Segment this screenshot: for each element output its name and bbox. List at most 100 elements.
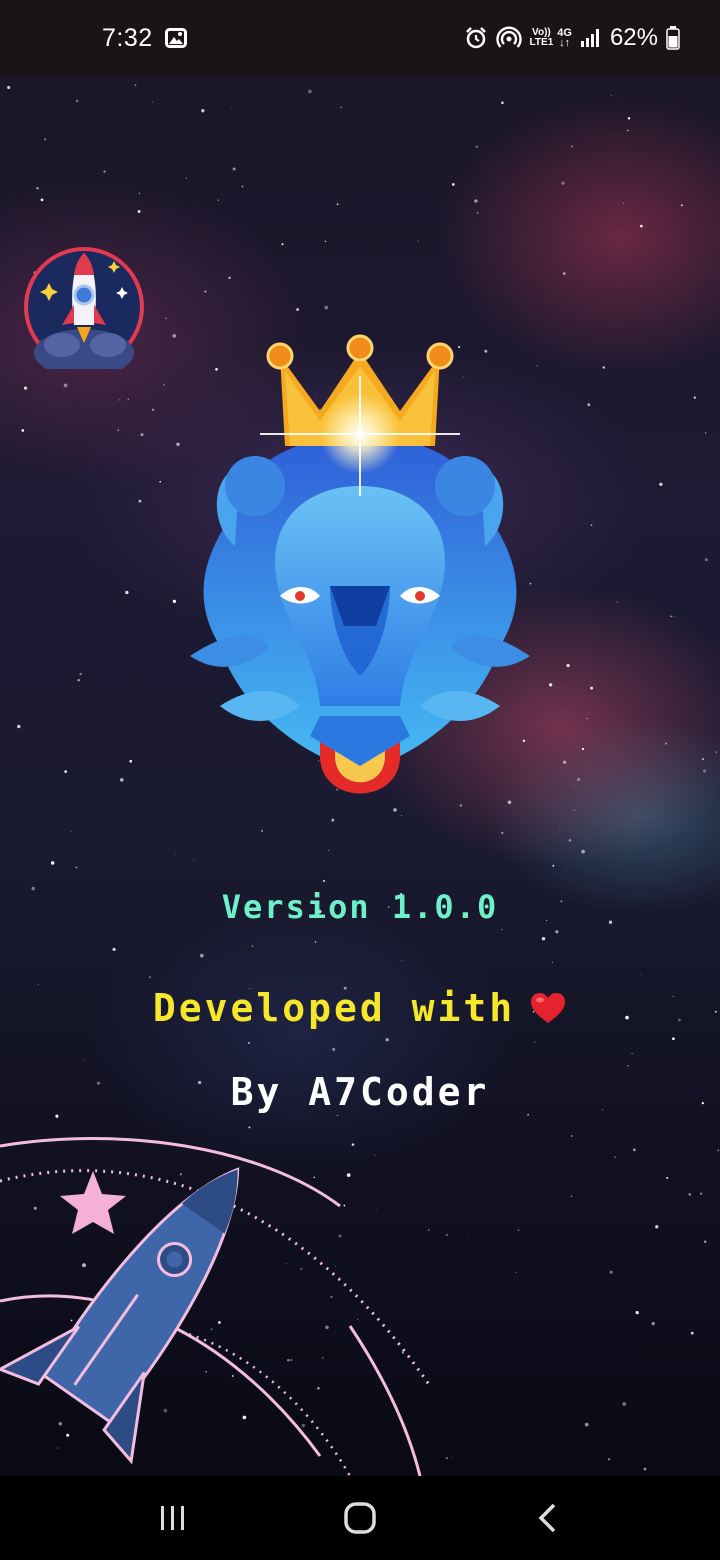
star bbox=[475, 145, 479, 148]
star bbox=[501, 831, 504, 835]
star bbox=[137, 210, 141, 213]
star bbox=[332, 1047, 336, 1051]
star bbox=[552, 864, 555, 867]
star bbox=[135, 676, 137, 677]
star bbox=[232, 167, 236, 171]
star bbox=[573, 809, 576, 811]
star bbox=[230, 108, 232, 110]
star bbox=[193, 859, 195, 861]
battery-percent: 62% bbox=[609, 24, 658, 51]
star bbox=[672, 1037, 675, 1041]
home-icon bbox=[344, 1502, 376, 1534]
recents-button[interactable] bbox=[143, 1488, 203, 1548]
star bbox=[172, 599, 177, 604]
star bbox=[590, 686, 594, 690]
star bbox=[129, 759, 133, 763]
star bbox=[228, 276, 231, 279]
star bbox=[239, 934, 240, 936]
star bbox=[323, 879, 326, 883]
star bbox=[451, 183, 455, 186]
star bbox=[308, 89, 312, 94]
alarm-icon bbox=[465, 27, 486, 49]
star bbox=[385, 1038, 389, 1042]
star bbox=[704, 432, 707, 434]
star bbox=[703, 769, 707, 773]
star bbox=[562, 272, 566, 275]
star bbox=[331, 818, 335, 822]
star bbox=[70, 831, 72, 833]
star bbox=[204, 290, 207, 293]
star bbox=[43, 138, 47, 141]
star bbox=[401, 959, 403, 961]
star bbox=[17, 724, 21, 729]
star bbox=[573, 785, 575, 787]
star bbox=[251, 945, 254, 948]
star bbox=[549, 274, 551, 275]
star bbox=[459, 804, 463, 807]
star bbox=[159, 480, 162, 483]
star bbox=[175, 854, 177, 856]
signal-icon bbox=[580, 29, 599, 47]
star bbox=[534, 1041, 536, 1043]
navigation-bar bbox=[0, 1476, 720, 1560]
status-indicators: Vo)) LTE1 4G ↓↑ 62% bbox=[464, 24, 680, 52]
star bbox=[23, 386, 28, 390]
star bbox=[77, 678, 80, 682]
star bbox=[75, 99, 79, 103]
star bbox=[36, 187, 39, 190]
star bbox=[590, 524, 593, 527]
star bbox=[562, 760, 567, 764]
data-arrows-icon: ↓↑ bbox=[559, 37, 571, 49]
star bbox=[627, 1065, 629, 1067]
star bbox=[217, 199, 220, 201]
status-time: 7:32 bbox=[102, 23, 153, 52]
star bbox=[664, 742, 668, 745]
star bbox=[393, 808, 397, 812]
star bbox=[21, 429, 25, 432]
star bbox=[112, 947, 116, 952]
star bbox=[127, 398, 130, 401]
star bbox=[75, 866, 78, 869]
star bbox=[117, 429, 119, 431]
star bbox=[623, 202, 625, 204]
rocket-badge-logo bbox=[24, 247, 144, 369]
star bbox=[164, 317, 167, 320]
star bbox=[185, 177, 187, 179]
star bbox=[125, 590, 129, 595]
star bbox=[561, 181, 565, 185]
home-button[interactable] bbox=[330, 1488, 390, 1548]
star bbox=[704, 558, 708, 562]
star bbox=[241, 185, 244, 188]
star bbox=[199, 953, 204, 958]
star bbox=[120, 778, 124, 782]
star bbox=[673, 615, 675, 617]
star bbox=[693, 396, 696, 399]
star bbox=[328, 850, 329, 852]
back-icon bbox=[538, 1503, 555, 1533]
star bbox=[565, 870, 566, 872]
star bbox=[659, 482, 663, 487]
heart-icon bbox=[531, 993, 566, 1023]
star bbox=[296, 308, 300, 311]
star bbox=[610, 94, 612, 96]
version-label: Version 1.0.0 bbox=[221, 888, 499, 926]
star bbox=[261, 830, 263, 832]
star bbox=[248, 1042, 250, 1044]
status-bar: 7:32 Vo)) LTE1 4G ↓↑ 62% bbox=[0, 0, 720, 76]
star bbox=[138, 192, 141, 195]
star bbox=[151, 101, 153, 103]
star bbox=[640, 974, 642, 975]
space-background: Version 1.0.0 Developed with By A7Coder bbox=[0, 76, 720, 1476]
star bbox=[314, 941, 317, 943]
star bbox=[79, 672, 82, 676]
star bbox=[586, 718, 588, 720]
star bbox=[581, 849, 585, 854]
developed-with-line: Developed with bbox=[0, 986, 720, 1030]
star bbox=[507, 800, 512, 804]
star bbox=[581, 747, 584, 751]
star bbox=[627, 129, 629, 132]
battery-icon bbox=[666, 26, 680, 50]
recents-icon bbox=[161, 1506, 185, 1530]
star bbox=[119, 399, 121, 401]
back-button[interactable] bbox=[517, 1488, 577, 1548]
